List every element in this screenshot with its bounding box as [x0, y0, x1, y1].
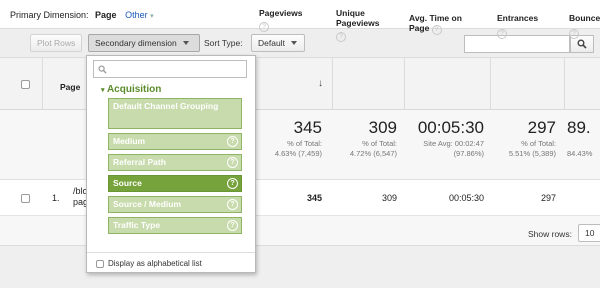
row-unique-pageviews: 309: [381, 193, 397, 203]
total-pageviews-percent: % of Total: 4.63% (7,459): [274, 139, 322, 158]
chevron-down-icon: ▾: [101, 87, 105, 94]
dropdown-footer: Display as alphabetical list: [87, 252, 255, 268]
search-icon: [98, 65, 107, 74]
total-bounce-percent: 84.43%: [567, 149, 593, 158]
chevron-down-icon: [290, 41, 297, 45]
total-avg-time-site-avg: Site Avg: 00:02:47 (97.86%): [423, 139, 484, 158]
help-icon[interactable]: ?: [227, 198, 238, 210]
total-entrances: 297: [527, 118, 556, 137]
alphabetical-list-option[interactable]: Display as alphabetical list: [96, 259, 255, 268]
row-pageviews: 345: [306, 193, 322, 203]
sort-type-label: Sort Type:: [204, 38, 243, 48]
sort-descending-icon[interactable]: ↓: [318, 78, 323, 89]
total-unique-percent: % of Total: 4.72% (6,547): [349, 139, 397, 158]
show-rows-label: Show rows:: [528, 229, 572, 239]
dimension-option-medium[interactable]: Medium?: [108, 133, 242, 150]
row-index: 1.: [52, 193, 60, 203]
total-pageviews: 345: [293, 118, 322, 137]
chevron-down-icon: [182, 41, 189, 45]
row-entrances: 297: [540, 193, 556, 203]
show-rows-select[interactable]: 10: [578, 224, 600, 242]
dimension-option-traffic-type[interactable]: Traffic Type?: [108, 217, 242, 234]
pageviews-column-header[interactable]: Pageviews?: [259, 8, 302, 32]
total-unique-pageviews: 309: [368, 118, 397, 137]
secondary-dimension-dropdown: ▾ Acquisition Default Channel Grouping M…: [86, 55, 256, 273]
help-icon[interactable]: ?: [227, 177, 238, 189]
help-icon[interactable]: ?: [431, 25, 442, 35]
primary-dimension-label: Primary Dimension:: [10, 10, 89, 20]
sort-type-select[interactable]: Default: [251, 34, 305, 52]
dimension-search-input[interactable]: [93, 60, 247, 78]
search-icon: [577, 39, 587, 49]
help-icon[interactable]: ?: [227, 219, 238, 231]
other-dimension-link[interactable]: Other ▾: [125, 10, 154, 20]
help-icon[interactable]: ?: [497, 29, 507, 39]
alphabetical-list-checkbox[interactable]: [96, 259, 104, 268]
acquisition-group-header[interactable]: ▾ Acquisition: [101, 84, 161, 95]
help-icon[interactable]: ?: [336, 32, 346, 42]
total-entrances-percent: % of Total: 5.51% (5,389): [508, 139, 556, 158]
page-column-header[interactable]: Page: [60, 82, 80, 92]
secondary-dimension-button[interactable]: Secondary dimension: [88, 34, 200, 52]
help-icon[interactable]: ?: [259, 22, 269, 32]
primary-dimension-line: Primary Dimension: Page Other ▾: [10, 10, 154, 20]
dimension-option-referral-path[interactable]: Referral Path?: [108, 154, 242, 171]
dimension-option-source-medium[interactable]: Source / Medium?: [108, 196, 242, 213]
dimension-option-default-channel-grouping[interactable]: Default Channel Grouping: [108, 98, 242, 129]
avg-time-column-header[interactable]: Avg. Time on Page ?: [409, 13, 479, 35]
help-icon[interactable]: ?: [227, 135, 238, 147]
total-bounce: 89.: [567, 118, 591, 137]
help-icon[interactable]: ?: [569, 29, 579, 39]
total-avg-time: 00:05:30: [417, 118, 484, 137]
row-avg-time: 00:05:30: [448, 193, 484, 203]
plot-rows-button[interactable]: Plot Rows: [30, 34, 83, 52]
help-icon[interactable]: ?: [227, 156, 238, 168]
row-checkbox[interactable]: [21, 194, 30, 203]
chevron-down-icon: ▾: [150, 13, 154, 20]
dimension-option-source[interactable]: Source?: [108, 175, 242, 192]
unique-pageviews-column-header[interactable]: Unique Pageviews?: [336, 8, 396, 42]
entrances-column-header[interactable]: Entrances?: [497, 13, 538, 39]
select-all-checkbox[interactable]: [21, 80, 30, 89]
bounce-column-header[interactable]: Bounce?: [569, 13, 600, 39]
primary-dimension-value[interactable]: Page: [95, 10, 117, 20]
